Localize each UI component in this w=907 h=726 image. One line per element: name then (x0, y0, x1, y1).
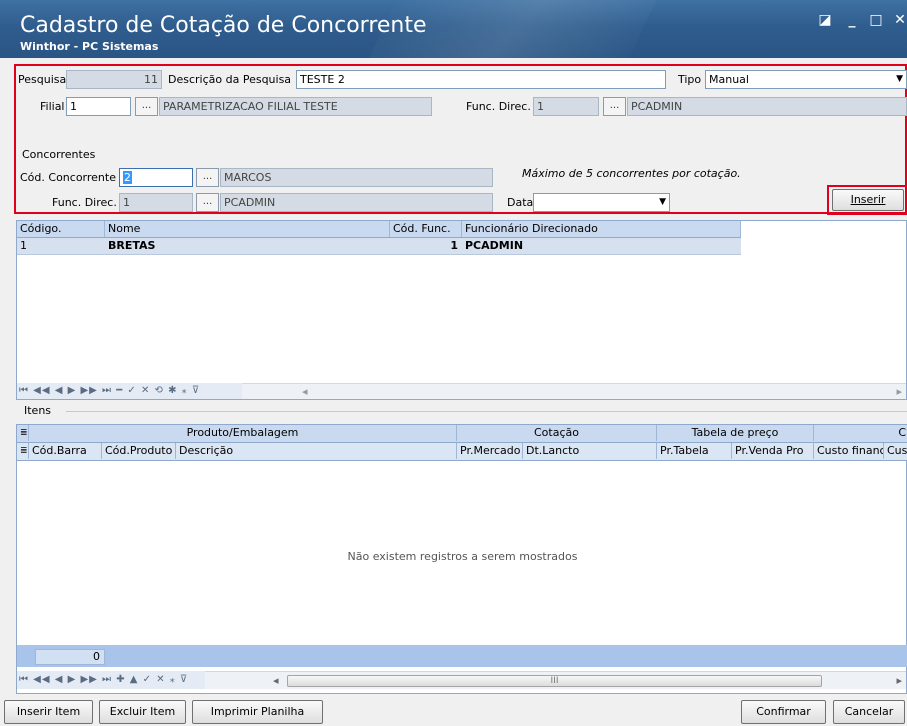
pesquisa-label: Pesquisa (18, 73, 67, 86)
funcdirec2-lookup-button[interactable]: ... (196, 193, 219, 212)
col-descricao[interactable]: Descrição (176, 443, 457, 459)
minimize-icon[interactable]: _ (842, 12, 862, 32)
codconc-value: 2 (123, 171, 132, 184)
funcdirec2-desc: PCADMIN (220, 193, 493, 212)
competitors-header: Código. Nome Cód. Func. Funcionário Dire… (17, 221, 741, 238)
restore-icon[interactable]: ◪ (815, 12, 835, 32)
items-grid: ≣ Produto/Embalagem Cotação Tabela de pr… (16, 424, 907, 694)
itens-label: Itens (24, 404, 52, 417)
items-group-header: ≣ Produto/Embalagem Cotação Tabela de pr… (17, 425, 907, 443)
imprimir-planilha-button[interactable]: Imprimir Planilha (192, 700, 323, 724)
cell-codigo: 1 (20, 239, 27, 252)
codconc-input[interactable]: 2 (119, 168, 193, 187)
empty-message: Não existem registros a serem mostrados (347, 550, 578, 563)
funcdirec-desc: PCADMIN (627, 97, 907, 116)
col-pr-tabela[interactable]: Pr.Tabela (657, 443, 732, 459)
col-cod-produto[interactable]: Cód.Produto (102, 443, 176, 459)
window-subtitle: Winthor - PC Sistemas (20, 40, 159, 53)
codconc-label: Cód. Concorrente (20, 171, 116, 184)
table-row[interactable]: 1 BRETAS 1 PCADMIN (17, 238, 741, 255)
competitors-grid: Código. Nome Cód. Func. Funcionário Dire… (16, 220, 907, 400)
close-icon[interactable]: ✕ (890, 12, 907, 32)
tipo-select[interactable]: Manual ▼ (705, 70, 907, 89)
data-label: Data (507, 196, 534, 209)
items-total: 0 (35, 649, 105, 665)
codconc-lookup-button[interactable]: ... (196, 168, 219, 187)
items-header: ≣ Cód.Barra Cód.Produto Descrição Pr.Mer… (17, 443, 907, 461)
col-custo-financ[interactable]: Custo financ (814, 443, 884, 459)
inserir-item-button[interactable]: Inserir Item (4, 700, 93, 724)
col-nome[interactable]: Nome (105, 221, 390, 237)
competitors-hscroll[interactable]: ◂ ▸ (242, 383, 906, 399)
funcdirec-label: Func. Direc. (466, 100, 531, 113)
competitors-navigator[interactable]: ⏮ ◀◀ ◀ ▶ ▶▶ ⏭ ━ ✓ ✕ ⟲ ✱ ⁎ ⊽ (17, 383, 242, 399)
title-bar: Cadastro de Cotação de Concorrente Winth… (0, 0, 907, 58)
items-navigator[interactable]: ⏮ ◀◀ ◀ ▶ ▶▶ ⏭ ✚ ▲ ✓ ✕ ⁎ ⊽ (17, 671, 205, 689)
maximize-icon[interactable]: □ (866, 12, 886, 32)
group-produto: Produto/Embalagem (29, 425, 457, 441)
concorrentes-label: Concorrentes (22, 148, 96, 161)
descricao-input[interactable]: TESTE 2 (296, 70, 666, 89)
column-chooser-icon-2[interactable]: ≣ (17, 443, 29, 459)
pesquisa-field: 11 (66, 70, 162, 89)
inserir-button[interactable]: Inserir (832, 189, 904, 211)
excluir-item-button[interactable]: Excluir Item (99, 700, 186, 724)
codconc-desc: MARCOS (220, 168, 493, 187)
scroll-thumb[interactable]: III (287, 675, 822, 687)
data-input[interactable]: ▼ (533, 193, 670, 212)
col-pr-venda[interactable]: Pr.Venda Pro (732, 443, 814, 459)
group-custo: C (898, 426, 906, 439)
col-custo[interactable]: Cus (884, 443, 907, 459)
funcdirec2-field: 1 (119, 193, 193, 212)
filial-lookup-button[interactable]: ... (135, 97, 158, 116)
col-pr-mercado[interactable]: Pr.Mercado (457, 443, 523, 459)
max-note: Máximo de 5 concorrentes por cotação. (522, 167, 741, 180)
items-hscroll[interactable]: ◂ III ▸ (205, 671, 906, 689)
scroll-right-icon[interactable]: ▸ (896, 385, 902, 398)
descricao-label: Descrição da Pesquisa (168, 73, 292, 86)
scroll-right-icon[interactable]: ▸ (896, 674, 902, 687)
col-codigo[interactable]: Código. (17, 221, 105, 237)
tipo-label: Tipo (678, 73, 702, 86)
cell-nome: BRETAS (108, 239, 156, 252)
calendar-dropdown-icon[interactable]: ▼ (659, 194, 666, 211)
col-cod-barra[interactable]: Cód.Barra (29, 443, 102, 459)
group-cotacao: Cotação (457, 425, 657, 441)
funcdirec-field: 1 (533, 97, 599, 116)
filial-input[interactable]: 1 (66, 97, 131, 116)
funcdirec2-label: Func. Direc. (52, 196, 117, 209)
window-title: Cadastro de Cotação de Concorrente (20, 13, 427, 38)
col-dt-lancto[interactable]: Dt.Lancto (523, 443, 657, 459)
column-chooser-icon[interactable]: ≣ (17, 425, 29, 441)
col-funcionario[interactable]: Funcionário Direcionado (462, 221, 741, 237)
funcdirec-lookup-button[interactable]: ... (603, 97, 626, 116)
filial-label: Filial (40, 100, 65, 113)
scroll-left-icon[interactable]: ◂ (302, 385, 308, 398)
cell-funcionario: PCADMIN (465, 239, 524, 252)
tipo-value: Manual (709, 73, 749, 86)
confirmar-button[interactable]: Confirmar (741, 700, 826, 724)
dropdown-arrow-icon[interactable]: ▼ (896, 71, 903, 88)
cancelar-button[interactable]: Cancelar (833, 700, 905, 724)
itens-divider (66, 411, 907, 412)
col-cod-func[interactable]: Cód. Func. (390, 221, 462, 237)
items-footer: 0 (17, 645, 907, 667)
cell-cod-func: 1 (450, 239, 458, 252)
group-tabela: Tabela de preço (657, 425, 814, 441)
scroll-left-icon[interactable]: ◂ (273, 674, 279, 687)
filial-desc: PARAMETRIZACAO FILIAL TESTE (159, 97, 432, 116)
